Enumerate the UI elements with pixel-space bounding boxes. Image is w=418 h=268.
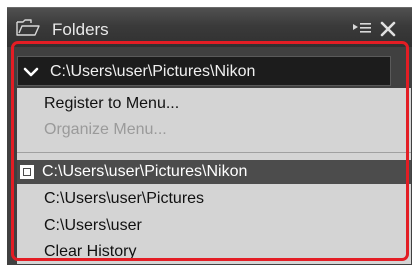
folder-path-combo[interactable]: C:\Users\user\Pictures\Nikon	[17, 56, 391, 86]
folder-menu: Register to Menu... Organize Menu... C:\…	[17, 88, 411, 264]
list-menu-icon[interactable]	[352, 20, 372, 38]
folder-outline-icon	[16, 19, 40, 37]
close-icon[interactable]	[379, 20, 399, 38]
history-item-nikon[interactable]: C:\Users\user\Pictures\Nikon	[17, 160, 411, 184]
chevron-down-icon[interactable]	[23, 65, 39, 79]
clear-history-item[interactable]: Clear History	[17, 240, 411, 264]
panel-header: Folders	[7, 7, 412, 48]
current-item-check-icon	[20, 165, 34, 179]
menu-separator	[17, 152, 411, 153]
history-item-user[interactable]: C:\Users\user	[17, 214, 411, 238]
folders-panel: Folders C:\Users\user\Pictures\Nikon Reg…	[0, 0, 418, 268]
panel-title: Folders	[52, 20, 109, 39]
history-item-pictures[interactable]: C:\Users\user\Pictures	[17, 187, 411, 211]
organize-menu-item: Organize Menu...	[44, 121, 167, 138]
history-item-label: C:\Users\user\Pictures\Nikon	[42, 163, 248, 180]
register-to-menu-item[interactable]: Register to Menu...	[17, 92, 411, 116]
current-folder-path: C:\Users\user\Pictures\Nikon	[50, 63, 256, 80]
